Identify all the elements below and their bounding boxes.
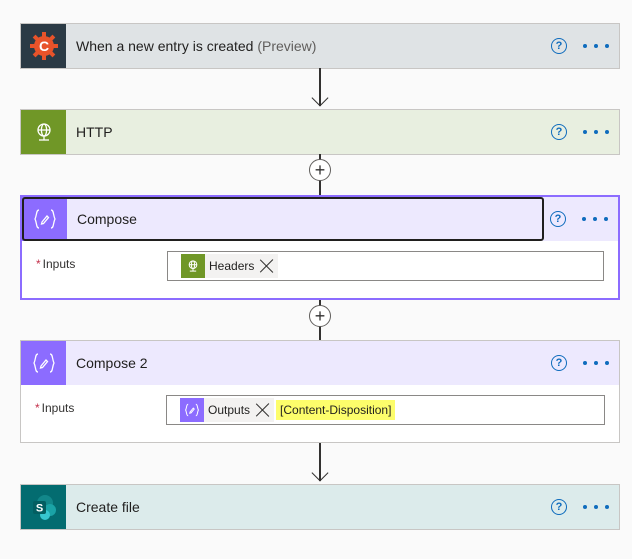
svg-text:C: C — [38, 38, 48, 54]
insert-step-button[interactable]: + — [309, 305, 331, 327]
globe-icon — [181, 254, 205, 278]
more-options-button[interactable] — [583, 357, 609, 369]
step-body: * Inputs Outputs [Content-Disposition] — [21, 385, 619, 441]
flow-step-create-file[interactable]: S Create file ? — [20, 484, 620, 530]
svg-text:S: S — [35, 503, 42, 515]
step-title-text: When a new entry is created — [76, 38, 254, 54]
connector-arrow-icon — [311, 89, 329, 107]
step-title: HTTP — [76, 124, 113, 140]
more-options-button[interactable] — [583, 501, 609, 513]
inputs-field[interactable]: Headers — [167, 251, 604, 281]
dynamic-content-token[interactable]: Headers — [181, 254, 279, 278]
step-header[interactable]: S Create file ? — [21, 485, 619, 529]
step-title: Compose — [77, 211, 137, 227]
required-marker: * — [36, 257, 41, 271]
help-button[interactable]: ? — [551, 499, 567, 515]
step-title: When a new entry is created (Preview) — [76, 38, 316, 54]
inputs-label: * Inputs — [35, 401, 74, 415]
compose-icon — [180, 398, 204, 422]
inputs-label-text: Inputs — [41, 401, 75, 415]
required-marker: * — [35, 401, 40, 415]
flow-step-trigger[interactable]: C When a new entry is created (Preview) … — [20, 23, 620, 69]
step-title: Create file — [76, 499, 140, 515]
remove-token-icon[interactable] — [258, 257, 276, 275]
inputs-label: * Inputs — [36, 257, 75, 271]
dynamic-content-token[interactable]: Outputs — [180, 398, 275, 422]
step-header[interactable]: Compose 2 ? — [21, 341, 619, 385]
more-options-button[interactable] — [583, 40, 609, 52]
help-button[interactable]: ? — [550, 211, 566, 227]
compose-icon — [21, 341, 66, 385]
flow-step-compose[interactable]: Compose ? * Inputs Headers — [20, 195, 620, 300]
more-options-button[interactable] — [582, 213, 608, 225]
more-options-button[interactable] — [583, 126, 609, 138]
sharepoint-icon: S — [21, 485, 66, 529]
cognito-forms-icon: C — [21, 24, 66, 68]
step-header[interactable]: C When a new entry is created (Preview) … — [21, 24, 619, 68]
step-title: Compose 2 — [76, 355, 148, 371]
help-button[interactable]: ? — [551, 124, 567, 140]
step-header[interactable]: Compose ? — [22, 197, 618, 241]
flow-step-compose-2[interactable]: Compose 2 ? * Inputs Outputs [Content-Dis… — [20, 340, 620, 443]
expression-text: [Content-Disposition] — [276, 400, 396, 420]
help-button[interactable]: ? — [551, 355, 567, 371]
insert-step-button[interactable]: + — [309, 159, 331, 181]
step-body: * Inputs Headers — [22, 241, 618, 297]
step-header[interactable]: HTTP ? — [21, 110, 619, 154]
inputs-label-text: Inputs — [42, 257, 76, 271]
globe-icon — [21, 110, 66, 154]
connector-arrow-icon — [311, 464, 329, 482]
compose-icon — [22, 197, 67, 241]
help-button[interactable]: ? — [551, 38, 567, 54]
token-label: Outputs — [208, 403, 251, 417]
token-label: Headers — [209, 259, 255, 273]
flow-step-http[interactable]: HTTP ? — [20, 109, 620, 155]
inputs-field[interactable]: Outputs [Content-Disposition] — [166, 395, 605, 425]
remove-token-icon[interactable] — [254, 401, 272, 419]
step-title-suffix: (Preview) — [257, 38, 317, 54]
